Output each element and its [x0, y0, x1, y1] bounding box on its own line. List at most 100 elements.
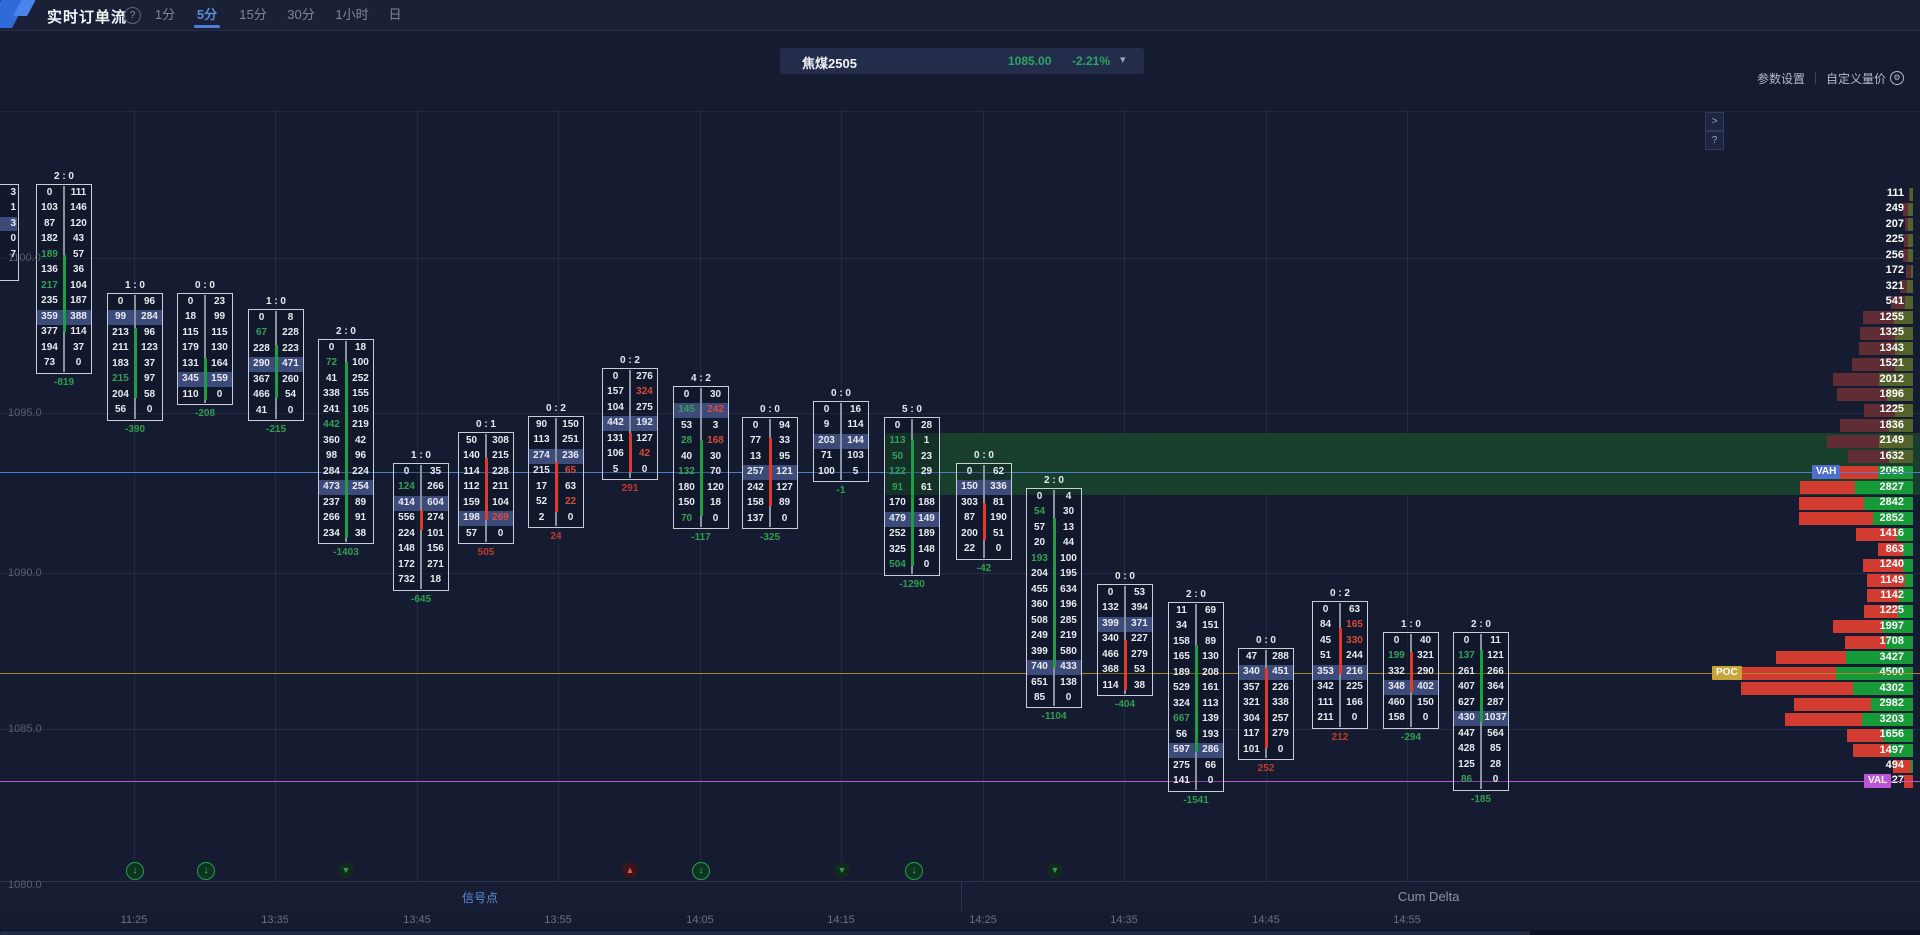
ask-volume: 0	[702, 513, 729, 524]
footprint-column-partial[interactable]	[0, 184, 19, 281]
signal-down-icon[interactable]: ▼	[834, 862, 850, 878]
ask-volume: 279	[1126, 649, 1153, 660]
bid-volume: 51	[1312, 650, 1339, 661]
signal-down-icon[interactable]: ▼	[338, 862, 354, 878]
profile-value: 1497	[1834, 744, 1904, 756]
signal-up-icon[interactable]: ▲	[622, 862, 638, 878]
ask-volume: 51	[985, 528, 1012, 539]
ask-volume: 23	[913, 451, 940, 462]
footprint-header: 0 : 0	[1097, 571, 1153, 582]
ask-volume: 99	[206, 311, 233, 322]
bid-volume: 47	[1238, 651, 1265, 662]
ask-volume: 121	[771, 466, 798, 477]
bid-volume: 466	[1097, 649, 1124, 660]
settings-button[interactable]: 参数设置	[1757, 72, 1805, 86]
bid-volume: 54	[1026, 506, 1053, 517]
bid-volume: 113	[884, 435, 911, 446]
tab-1分[interactable]: 1分	[150, 0, 180, 27]
bid-volume: 2	[528, 512, 555, 523]
column-delta: -117	[673, 532, 729, 543]
profile-value: 1836	[1834, 419, 1904, 431]
ask-volume: 308	[487, 435, 514, 446]
bid-volume: 28	[673, 435, 700, 446]
time-gridline	[1407, 111, 1408, 930]
ask-volume: 30	[1055, 506, 1082, 517]
ask-volume: 28	[913, 420, 940, 431]
ask-volume: 57	[65, 249, 92, 260]
profile-bar-ask	[1908, 234, 1913, 247]
column-delta: 212	[1312, 732, 1368, 743]
bid-volume: 158	[742, 497, 769, 508]
tab-15分[interactable]: 15分	[234, 0, 272, 27]
expand-button[interactable]: >	[1705, 112, 1724, 131]
ask-volume: 42	[347, 435, 374, 446]
signal-down-icon[interactable]: ▼	[1047, 862, 1063, 878]
signal-buy-icon[interactable]: ↓	[126, 862, 144, 880]
tab-5分[interactable]: 5分	[190, 0, 224, 27]
bid-volume: 0	[673, 389, 700, 400]
bid-volume: 101	[1238, 744, 1265, 755]
time-gridline	[275, 111, 276, 930]
tab-1小时[interactable]: 1小时	[330, 0, 374, 27]
panel-help-button[interactable]: ?	[1705, 131, 1724, 150]
tab-日[interactable]: 日	[384, 0, 406, 27]
bid-volume: 194	[36, 342, 63, 353]
footprint-header: 0 : 0	[742, 404, 798, 415]
bid-volume: 141	[1168, 775, 1195, 786]
bid-volume: 137	[1453, 650, 1480, 661]
tab-30分[interactable]: 30分	[282, 0, 320, 27]
ask-volume: 271	[422, 559, 449, 570]
bid-volume: 399	[1097, 618, 1124, 629]
active-tab-underline	[194, 25, 220, 28]
bid-volume: 91	[884, 482, 911, 493]
column-delta: -185	[1453, 794, 1509, 805]
ask-volume: 321	[1412, 650, 1439, 661]
footprint-header: 1 : 0	[393, 450, 449, 461]
instrument-selector[interactable]: 焦煤2505 1085.00 -2.21% ▾	[780, 48, 1144, 74]
ask-volume: 288	[1267, 651, 1294, 662]
ask-volume: 104	[487, 497, 514, 508]
bid-volume: 348	[1383, 681, 1410, 692]
ask-volume: 166	[1341, 697, 1368, 708]
toolbar-divider	[1815, 72, 1816, 84]
footprint-header: 5 : 0	[884, 404, 940, 415]
bid-volume: 87	[36, 218, 63, 229]
ask-volume: 33	[771, 435, 798, 446]
ask-volume: 18	[422, 574, 449, 585]
ask-volume: 190	[985, 512, 1012, 523]
bid-volume: 0	[1383, 635, 1410, 646]
bid-volume: 117	[1238, 728, 1265, 739]
time-axis[interactable]: 11:2513:3513:4513:5514:0514:1514:2514:35…	[0, 911, 1920, 930]
ask-volume: 85	[1482, 743, 1509, 754]
bid-volume: 257	[742, 466, 769, 477]
bid-volume: 56	[107, 404, 134, 415]
time-axis-label: 14:15	[827, 914, 855, 926]
ask-volume: 0	[985, 543, 1012, 554]
ask-volume: 225	[1341, 681, 1368, 692]
ask-volume: 580	[1055, 646, 1082, 657]
column-delta: -1403	[318, 547, 374, 558]
bid-volume: 224	[393, 528, 420, 539]
gear-icon[interactable]: ⚙	[1890, 71, 1904, 85]
ask-volume: 53	[1126, 587, 1153, 598]
signal-buy-icon[interactable]: ↓	[197, 862, 215, 880]
bid-volume: 180	[673, 482, 700, 493]
ask-volume: 189	[913, 528, 940, 539]
help-icon[interactable]: ?	[124, 7, 141, 24]
bid-volume: 284	[318, 466, 345, 477]
bid-volume: 22	[956, 543, 983, 554]
signal-buy-icon[interactable]: ↓	[905, 862, 923, 880]
chevron-down-icon[interactable]: ▾	[1120, 53, 1126, 66]
bid-volume: 237	[318, 497, 345, 508]
bid-volume: 150	[956, 481, 983, 492]
column-delta: -819	[36, 377, 92, 388]
bid-volume: 732	[393, 574, 420, 585]
scrollbar-thumb[interactable]	[0, 931, 1530, 935]
column-delta: -1	[813, 485, 869, 496]
bid-volume: 479	[884, 513, 911, 524]
ask-volume: 286	[1197, 744, 1224, 755]
bid-volume: 84	[1312, 619, 1339, 630]
custom-volume-button[interactable]: 自定义量价	[1826, 72, 1886, 86]
bid-volume: 0	[956, 466, 983, 477]
signal-buy-icon[interactable]: ↓	[692, 862, 710, 880]
